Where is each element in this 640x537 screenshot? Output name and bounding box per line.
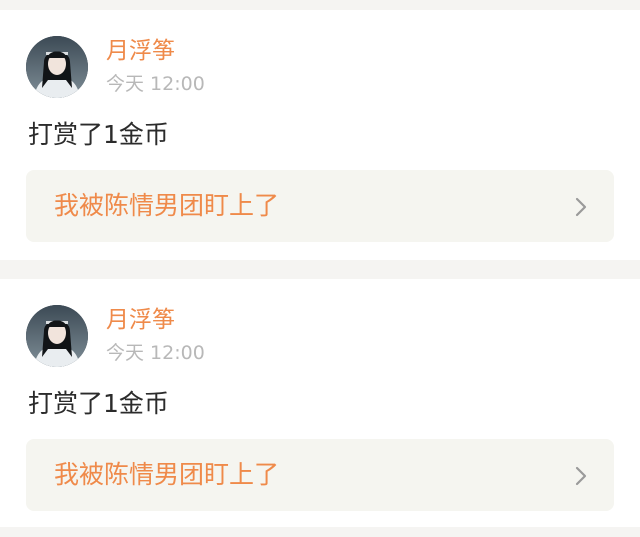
reward-action-text: 打赏了1金币 [28,389,169,418]
story-link-card[interactable]: 我被陈情男团盯上了 [26,439,614,511]
chevron-right-icon [575,466,587,486]
chevron-right-icon [575,197,587,217]
story-title: 我被陈情男团盯上了 [54,460,280,489]
user-avatar[interactable] [26,36,88,98]
feed-card: 月浮筝 今天 12:00 打赏了1金币 我被陈情男团盯上了 [0,10,640,260]
avatar-image [26,305,88,367]
reward-action-text: 打赏了1金币 [28,120,169,149]
timestamp: 今天 12:00 [106,73,205,95]
username[interactable]: 月浮筝 [106,305,175,335]
reward-feed: 月浮筝 今天 12:00 打赏了1金币 我被陈情男团盯上了 月浮筝 今天 12:… [0,0,640,537]
avatar-image [26,36,88,98]
timestamp: 今天 12:00 [106,342,205,364]
feed-card: 月浮筝 今天 12:00 打赏了1金币 我被陈情男团盯上了 [0,279,640,527]
story-link-card[interactable]: 我被陈情男团盯上了 [26,170,614,242]
story-title: 我被陈情男团盯上了 [54,191,280,220]
username[interactable]: 月浮筝 [106,36,175,66]
user-avatar[interactable] [26,305,88,367]
